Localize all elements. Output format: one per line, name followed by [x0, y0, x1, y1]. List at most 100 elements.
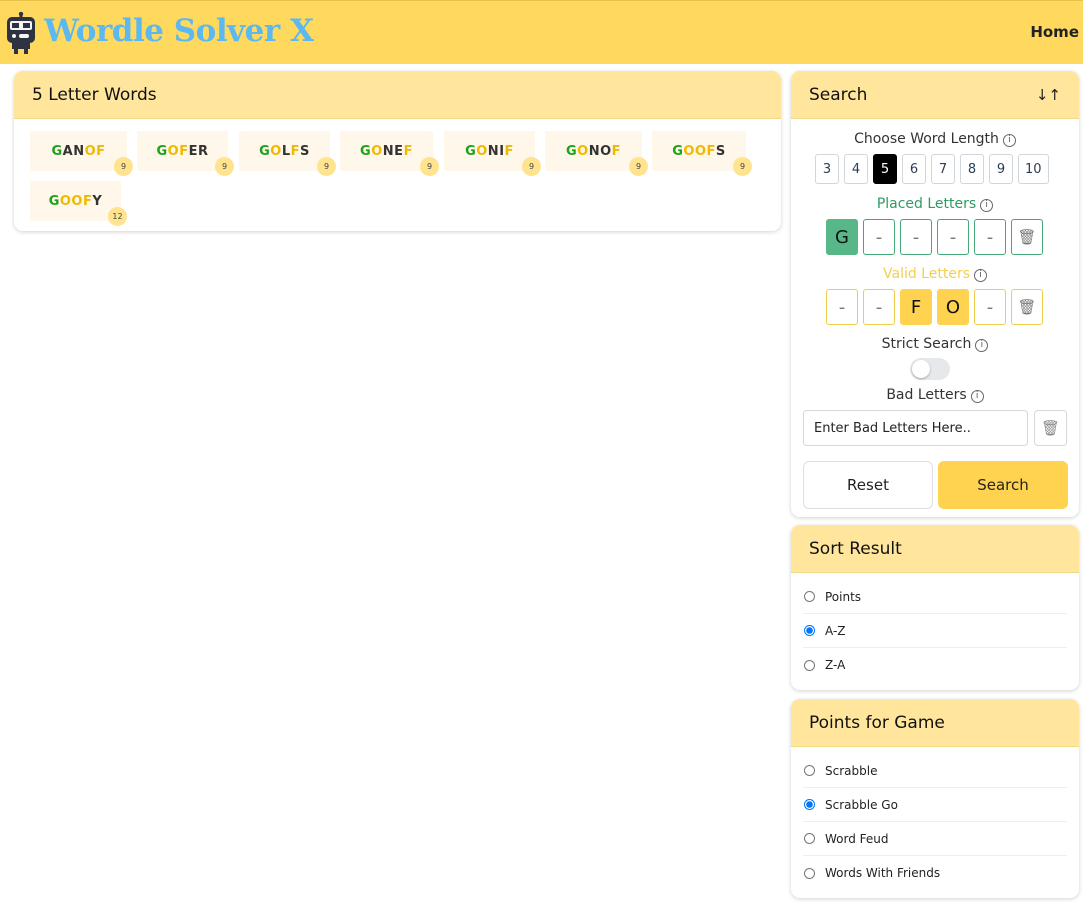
- word-letter: O: [600, 143, 612, 159]
- letter-tile[interactable]: -: [826, 289, 858, 325]
- info-icon[interactable]: i: [970, 390, 984, 403]
- word-letter: N: [73, 143, 85, 159]
- strict-search-label: Strict Search i: [791, 336, 1079, 352]
- word-letter: G: [672, 143, 684, 159]
- reset-button[interactable]: Reset: [803, 461, 933, 509]
- word-letter: F: [706, 143, 716, 159]
- word-chip[interactable]: G O O F Y 12: [30, 181, 127, 226]
- radio-label: Words With Friends: [825, 866, 941, 880]
- word-letter: L: [281, 143, 291, 159]
- points-badge: 9: [420, 157, 439, 176]
- bad-letters-label: Bad Letters i: [791, 387, 1079, 403]
- length-button-7[interactable]: 7: [931, 154, 955, 184]
- sort-card: Sort Result Points A-Z Z-A: [791, 525, 1079, 690]
- sort-options: Points A-Z Z-A: [791, 573, 1079, 682]
- radio-button[interactable]: [804, 799, 815, 810]
- word-letter: F: [290, 143, 301, 159]
- top-bar: Wordle Solver X Home: [0, 0, 1083, 64]
- radio-button[interactable]: [804, 659, 815, 671]
- sort-title: Sort Result: [809, 538, 902, 559]
- word-letter: O: [683, 143, 695, 159]
- search-card: Search ↓↑ Choose Word Length i 3 4 5 6 7 8 9 10 …: [791, 71, 1079, 517]
- word-letter: F: [82, 193, 93, 209]
- letter-tile[interactable]: -: [863, 289, 895, 325]
- length-button-8[interactable]: 8: [960, 154, 984, 184]
- radio-option[interactable]: A-Z: [803, 614, 1067, 648]
- word-letter: F: [504, 143, 514, 159]
- word-chip[interactable]: GONOF9: [545, 131, 648, 176]
- sort-header: Sort Result: [791, 525, 1079, 573]
- info-icon[interactable]: i: [975, 339, 989, 352]
- letter-tile[interactable]: -: [900, 219, 932, 255]
- word-letter: E: [394, 143, 404, 159]
- radio-option[interactable]: Scrabble Go: [803, 788, 1067, 822]
- radio-option[interactable]: Words With Friends: [803, 856, 1067, 890]
- letter-tile[interactable]: G: [826, 219, 858, 255]
- letter-tile[interactable]: O: [937, 289, 969, 325]
- word-chip[interactable]: GONIF9: [444, 131, 541, 176]
- nav-home-link[interactable]: Home: [1030, 23, 1079, 41]
- length-button-4[interactable]: 4: [844, 154, 868, 184]
- robot-logo-icon[interactable]: [6, 12, 36, 54]
- sort-arrows-icon[interactable]: ↓↑: [1036, 86, 1061, 104]
- info-icon[interactable]: i: [974, 269, 987, 282]
- word-chip[interactable]: GOLFS9: [239, 131, 336, 176]
- letter-tile[interactable]: -: [974, 219, 1006, 255]
- trash-icon[interactable]: 🗑: [1011, 289, 1043, 325]
- word-chip[interactable]: GOOFS9: [652, 131, 752, 176]
- radio-option[interactable]: Points: [803, 580, 1067, 614]
- word-letter: F: [403, 143, 413, 159]
- results-card: 5 Letter Words GANOF9GOFER9GOLFS9GONEF9G…: [14, 71, 781, 231]
- word-chip[interactable]: GANOF9: [30, 131, 133, 176]
- word-letter: G: [565, 143, 578, 159]
- word-letter: A: [62, 143, 74, 159]
- radio-option[interactable]: Word Feud: [803, 822, 1067, 856]
- trash-icon[interactable]: 🗑: [1011, 219, 1043, 255]
- length-button-3[interactable]: 3: [815, 154, 839, 184]
- word-letter: E: [188, 143, 198, 159]
- radio-button[interactable]: [804, 625, 815, 636]
- radio-button[interactable]: [804, 867, 815, 879]
- word-chip[interactable]: GONEF9: [340, 131, 439, 176]
- points-badge: 9: [522, 157, 541, 176]
- logo-text[interactable]: Wordle Solver X: [44, 13, 314, 49]
- letter-tile[interactable]: F: [900, 289, 932, 325]
- info-icon[interactable]: i: [980, 199, 994, 212]
- word-letter: G: [465, 143, 477, 159]
- radio-button[interactable]: [804, 765, 815, 776]
- results-header: 5 Letter Words: [14, 71, 781, 119]
- length-button-6[interactable]: 6: [902, 154, 926, 184]
- word-letter: N: [382, 143, 395, 159]
- word-length-selector: 3 4 5 6 7 8 9 10: [815, 154, 1049, 184]
- letter-tile[interactable]: -: [937, 219, 969, 255]
- bad-letters-input[interactable]: [803, 410, 1028, 446]
- placed-letters-row: G - - - - 🗑: [826, 219, 1043, 255]
- radio-button[interactable]: [804, 591, 815, 602]
- trash-icon[interactable]: 🗑: [1034, 410, 1067, 446]
- radio-option[interactable]: Z-A: [803, 648, 1067, 682]
- search-button[interactable]: Search: [938, 461, 1068, 509]
- length-button-5[interactable]: 5: [873, 154, 897, 184]
- word-letter: O: [476, 143, 488, 159]
- word-letter: N: [487, 143, 500, 159]
- word-letter: N: [588, 143, 601, 159]
- word-letter: G: [51, 143, 63, 159]
- length-button-10[interactable]: 10: [1018, 154, 1049, 184]
- points-badge: 9: [733, 157, 752, 176]
- search-header: Search ↓↑: [791, 71, 1079, 119]
- word-letter: O: [577, 143, 589, 159]
- points-badge: 12: [108, 207, 127, 226]
- word-chip[interactable]: GOFER9: [137, 131, 234, 176]
- radio-option[interactable]: Scrabble: [803, 754, 1067, 788]
- radio-label: A-Z: [825, 623, 846, 638]
- info-icon[interactable]: i: [1002, 134, 1016, 147]
- word-letter: O: [167, 143, 180, 159]
- length-button-9[interactable]: 9: [989, 154, 1013, 184]
- letter-tile[interactable]: -: [863, 219, 895, 255]
- valid-letters-row: - - F O - 🗑: [826, 289, 1043, 325]
- radio-button[interactable]: [804, 833, 815, 844]
- letter-tile[interactable]: -: [974, 289, 1006, 325]
- strict-search-toggle[interactable]: [910, 358, 950, 380]
- radio-label: Z-A: [825, 658, 846, 672]
- radio-label: Scrabble: [825, 763, 878, 778]
